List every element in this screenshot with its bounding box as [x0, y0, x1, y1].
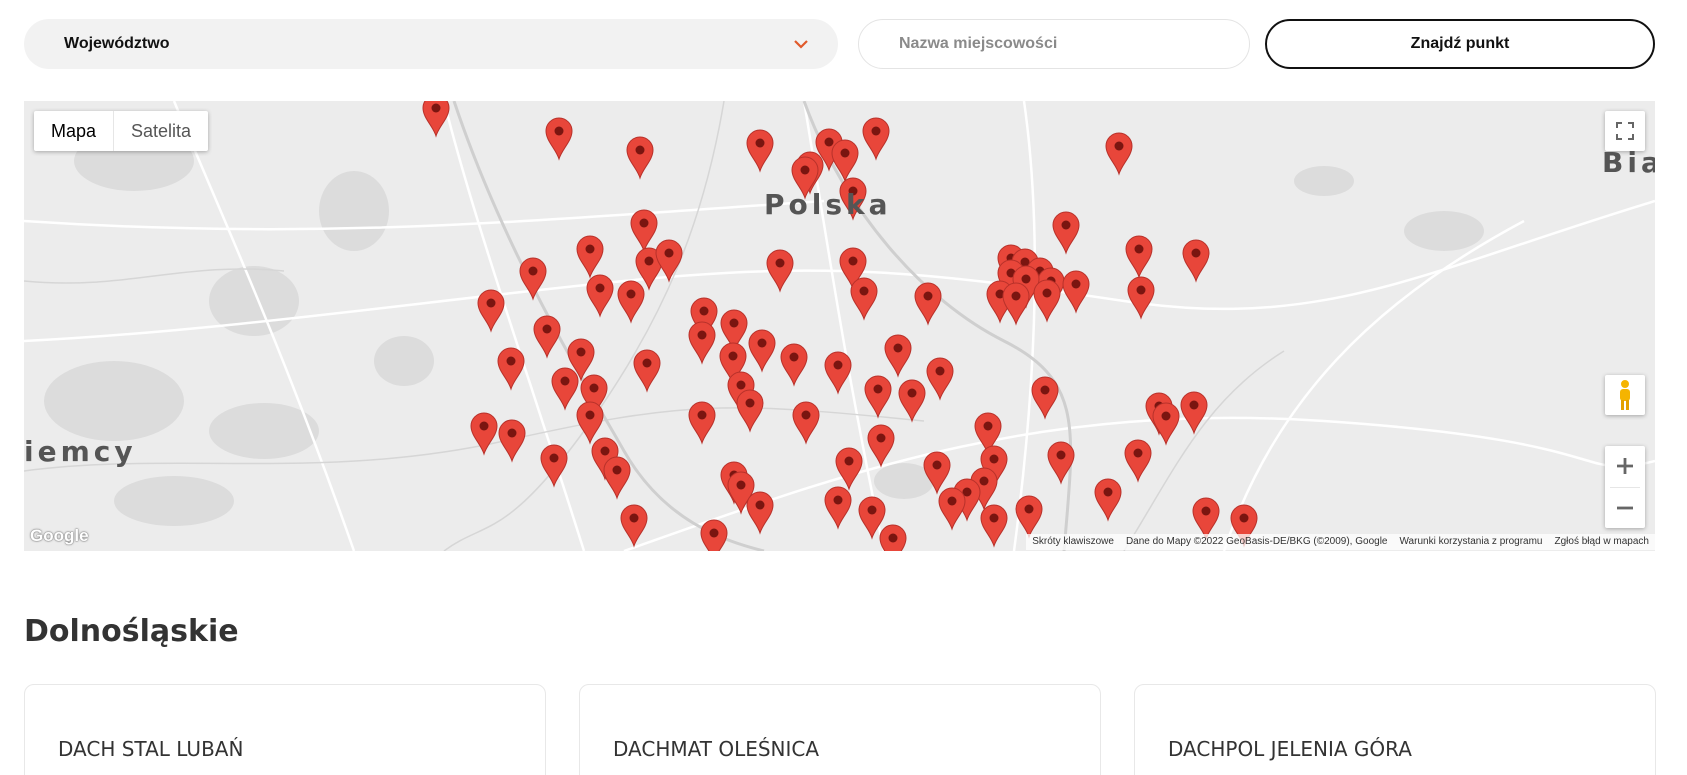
- point-card-title: DACHPOL JELENIA GÓRA: [1168, 737, 1412, 761]
- fullscreen-button[interactable]: [1605, 111, 1645, 151]
- city-input[interactable]: [858, 19, 1250, 69]
- find-point-button[interactable]: Znajdź punkt: [1265, 19, 1655, 69]
- zoom-out-icon: [1617, 506, 1633, 510]
- zoom-in-icon: [1617, 458, 1633, 475]
- map-type-map-button[interactable]: Mapa: [34, 111, 115, 151]
- map[interactable]: Mapa Satelita Polska iemcy Bia Google Sk…: [24, 101, 1655, 551]
- fullscreen-icon: [1616, 122, 1634, 140]
- map-data-credit: Dane do Mapy ©2022 GeoBasis-DE/BKG (©200…: [1125, 536, 1388, 547]
- map-type-control: Mapa Satelita: [34, 111, 209, 151]
- map-label-city-right: Bia: [1602, 146, 1655, 179]
- point-card[interactable]: DACHPOL JELENIA GÓRA: [1134, 684, 1656, 775]
- zoom-in-button[interactable]: [1605, 446, 1645, 487]
- zoom-out-button[interactable]: [1605, 487, 1645, 528]
- map-label-country: Polska: [764, 188, 892, 221]
- pegman-icon: [1620, 380, 1630, 410]
- report-error-link[interactable]: Zgłoś błąd w mapach: [1549, 534, 1656, 550]
- point-card[interactable]: DACH STAL LUBAŃ: [24, 684, 546, 775]
- map-type-satellite-button[interactable]: Satelita: [114, 111, 208, 151]
- map-attribution: Skróty klawiszowe Dane do Mapy ©2022 Geo…: [1026, 534, 1655, 550]
- street-view-button[interactable]: [1605, 375, 1645, 415]
- point-card-title: DACHMAT OLEŚNICA: [613, 737, 820, 761]
- point-card[interactable]: DACHMAT OLEŚNICA: [579, 684, 1101, 775]
- region-select[interactable]: Województwo: [24, 19, 838, 69]
- map-marker-icon[interactable]: [879, 524, 907, 551]
- zoom-control: [1605, 446, 1645, 528]
- point-card-title: DACH STAL LUBAŃ: [58, 737, 244, 761]
- map-label-country-left: iemcy: [24, 435, 137, 468]
- google-logo: Google: [30, 526, 89, 545]
- map-background: [24, 101, 1655, 551]
- terms-link[interactable]: Warunki korzystania z programu: [1393, 534, 1548, 550]
- search-bar: Województwo Znajdź punkt: [24, 19, 1655, 69]
- region-section-title: Dolnośląskie: [24, 614, 239, 649]
- region-select-label: Województwo: [64, 35, 170, 52]
- keyboard-shortcuts-link[interactable]: Skróty klawiszowe: [1026, 534, 1120, 550]
- chevron-down-icon: [794, 40, 808, 49]
